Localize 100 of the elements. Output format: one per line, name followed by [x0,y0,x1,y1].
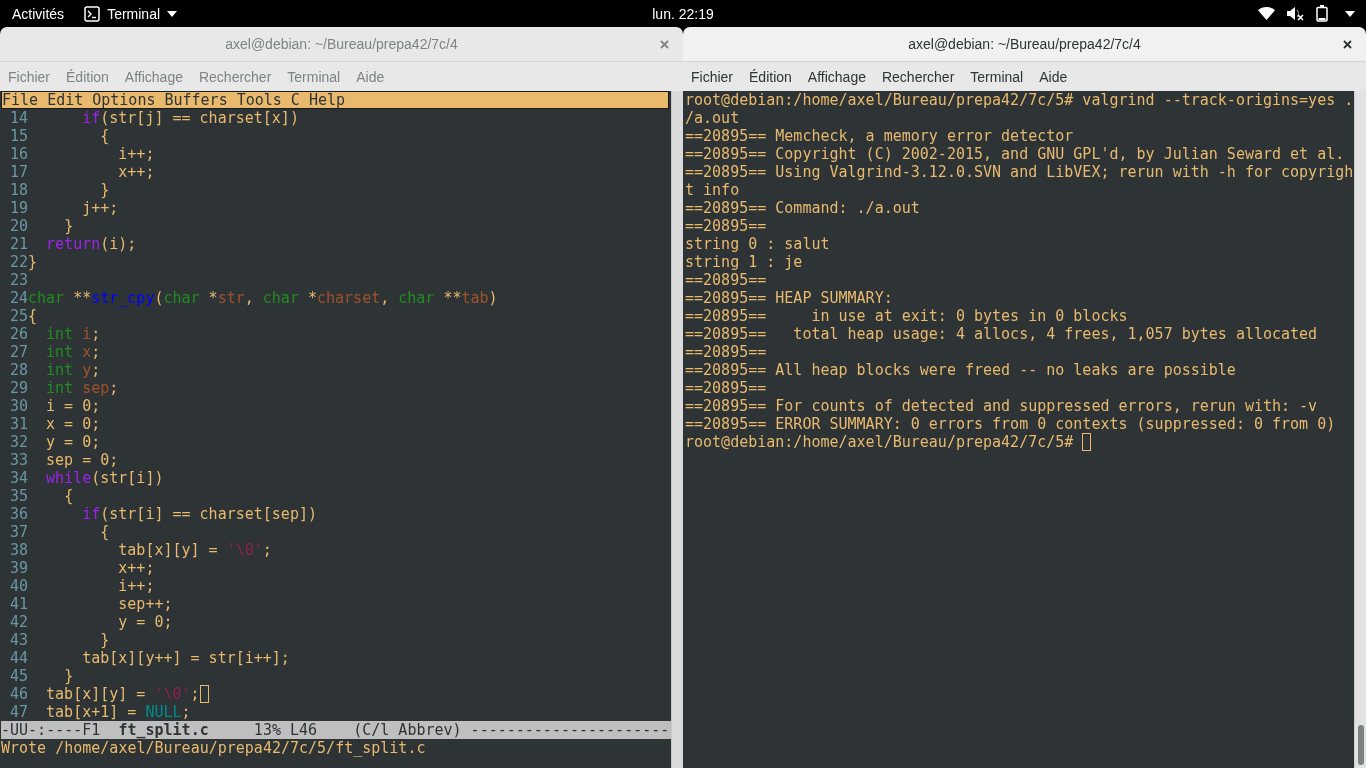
line-number: 20 [8,217,28,235]
line-number: 28 [8,361,28,379]
code-line: i++; [118,577,155,595]
editor-menu-item[interactable]: File [2,91,39,109]
line-number: 31 [8,415,28,433]
code-line: tab[x][y] = '\0'; [118,541,272,559]
activities-button[interactable]: Activités [12,3,65,24]
scrollbar[interactable] [671,91,683,768]
caret-icon [167,10,178,17]
status-menu-button[interactable] [1258,5,1355,22]
code-line: if(str[i] == charset[sep]) [82,505,317,523]
terminal-icon [84,5,101,22]
code-line: x = 0; [46,415,101,433]
editor-menu-item[interactable]: Options [92,91,156,109]
terminal-line: ==20895== All heap blocks were freed -- no leaks are possible [685,361,1236,379]
line-number: 24 [8,289,28,307]
editor-menu-item[interactable]: Buffers [164,91,228,109]
line-number: 18 [8,181,28,199]
terminal-line: ==20895== ERROR SUMMARY: 0 errors from 0 contexts (suppressed: 0 from 0) [685,415,1336,433]
terminal-line: ==20895== Using Valgrind-3.12.0.SVN and LibVEX; rerun with -h for copyrigh [685,163,1354,181]
menu-item[interactable]: Aide [1039,67,1068,86]
line-number: 45 [8,667,28,685]
line-number: 17 [8,163,28,181]
code-line: sep++; [118,595,173,613]
terminal-line: ==20895== [685,343,767,361]
terminal-line: ==20895== Memcheck, a memory error detector [685,127,1074,145]
muted-speaker-icon [1287,6,1304,21]
line-number: 43 [8,631,28,649]
terminal-prompt: root@debian:/home/axel/Bureau/prepa42/7c/5# [685,433,1074,451]
line-number: 26 [8,325,28,343]
line-number: 41 [8,595,28,613]
code-line: i = 0; [46,397,101,415]
line-number: 27 [8,343,28,361]
close-button[interactable] [1341,38,1353,50]
line-number: 34 [8,469,28,487]
code-line: sep = 0; [46,451,119,469]
code-line: } [64,217,74,235]
code-line: x++; [118,559,155,577]
editor-menu-item[interactable]: Tools [236,91,282,109]
terminal-line: ==20895== total heap usage: 4 allocs, 4 frees, 1,057 bytes allocated [685,325,1318,343]
mode-line-text: -UU-:----F1 ft_split.c 13% L46 (C/l Abbrev) ---------------------- [1,721,670,739]
terminal-line: root@debian:/home/axel/Bureau/prepa42/7c/5# valgrind --track-origins=yes . [685,91,1354,109]
terminal-screen[interactable] [683,91,1354,768]
code-line: } [100,181,110,199]
code-line: int x; [46,343,101,361]
menu-item[interactable]: Terminal [970,67,1024,86]
line-number: 35 [8,487,28,505]
line-number: 16 [8,145,28,163]
code-line: while(str[i]) [46,469,164,487]
line-number: 38 [8,541,28,559]
terminal-line: string 0 : salut [685,235,830,253]
window-title: axel@debian: ~/Bureau/prepa42/7c/4 [225,35,458,53]
terminal-line: t info [685,181,740,199]
terminal-line: /a.out [685,109,740,127]
code-line: } [64,667,74,685]
line-number: 47 [8,703,28,721]
menu-item[interactable]: Rechercher [881,67,955,86]
clock[interactable]: lun. 22:19 [652,3,714,24]
line-number: 42 [8,613,28,631]
code-line: int i; [46,325,101,343]
terminal-line: ==20895== Copyright (C) 2002-2015, and GNU GPL'd, by Julian Seward et al. [685,145,1345,163]
app-menu[interactable]: Terminal [84,3,178,24]
terminal-line: ==20895== [685,217,767,235]
code-line: tab[x][y++] = str[i++]; [82,649,290,667]
scrollbar[interactable] [1354,91,1366,768]
line-number: 21 [8,235,28,253]
close-icon [1342,39,1352,49]
scrollbar-thumb[interactable] [1357,725,1364,765]
terminal-line: string 1 : je [685,253,803,271]
line-number: 32 [8,433,28,451]
menu-item[interactable]: Fichier [691,67,733,86]
terminal-screen[interactable] [0,91,671,768]
line-number: 30 [8,397,28,415]
code-line: } [28,253,38,271]
terminal-line: ==20895== Command: ./a.out [685,199,920,217]
terminal-line: ==20895== HEAP SUMMARY: [685,289,893,307]
code-line: tab[x+1] = NULL; [46,703,191,721]
terminal-line: ==20895== For counts of detected and suppressed errors, rerun with: -v [685,397,1318,415]
caret-icon [1345,10,1355,17]
code-line: int sep; [46,379,119,397]
code-line: int y; [46,361,101,379]
terminal-line: ==20895== in use at exit: 0 bytes in 0 blocks [685,307,1128,325]
code-line: { [64,487,74,505]
editor-menu-item[interactable]: Edit [47,91,84,109]
code-line: if(str[j] == charset[x]) [82,109,299,127]
line-number: 25 [8,307,28,325]
editor-menu-item[interactable]: C [290,91,300,109]
line-number: 36 [8,505,28,523]
line-number: 14 [8,109,28,127]
code-line: { [100,523,110,541]
echo-area-message: Wrote /home/axel/Bureau/prepa42/7c/5/ft_split.c [1,739,426,757]
menu-item[interactable]: Édition [749,67,792,86]
line-number: 37 [8,523,28,541]
line-number: 33 [8,451,28,469]
code-line: char **str_cpy(char *str, char *charset, char **tab) [28,289,498,307]
code-line: { [28,307,38,325]
terminal-line: ==20895== [685,271,767,289]
code-line: j++; [82,199,119,217]
menu-item[interactable]: Affichage [807,67,866,86]
editor-menu-item[interactable]: Help [308,91,345,109]
